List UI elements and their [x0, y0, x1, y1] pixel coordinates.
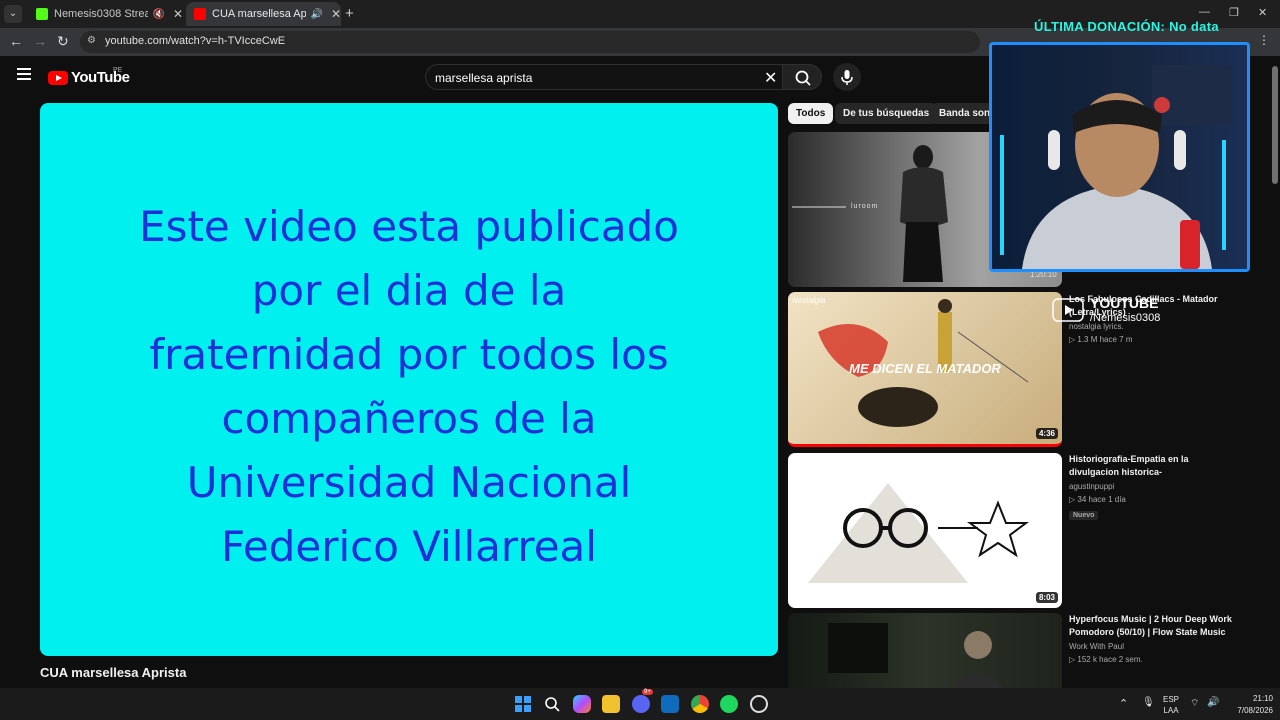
recommendation-thumbnail[interactable]: 8:03 — [788, 453, 1062, 608]
tab-cua-marsellesa[interactable]: CUA marsellesa Aprista - Yo 🔊 ✕ — [186, 2, 341, 26]
tab-nemesis-stream[interactable]: Nemesis0308 Stream - Watc 🔇 ✕ — [28, 2, 183, 26]
wifi-icon[interactable]: ⌔ — [1190, 697, 1199, 710]
microphone-icon[interactable]: 🎙 — [1142, 697, 1155, 708]
reload-icon[interactable]: ↻ — [57, 33, 69, 50]
new-tab-button[interactable]: + — [345, 5, 354, 22]
chrome-icon[interactable] — [691, 695, 709, 713]
new-badge: Nuevo — [1069, 511, 1099, 520]
thumbnail-figure — [808, 483, 1029, 583]
recommendation-stats: ▷ 34 hace 1 día — [1069, 495, 1126, 504]
microphone-icon — [841, 70, 853, 85]
chevron-up-icon[interactable]: ⌃ — [1119, 697, 1128, 710]
recommendation-stats: ▷ 1.3 M hace 7 m — [1069, 335, 1133, 344]
recommendation-thumbnail[interactable] — [788, 613, 1062, 688]
thumbnail-label: ME DICEN EL MATADOR — [849, 361, 1001, 376]
webcam-overlay — [989, 42, 1250, 272]
obs-icon[interactable] — [750, 695, 768, 713]
search-query[interactable]: marsellesa aprista — [435, 71, 532, 85]
video-player[interactable]: Este video esta publicado por el dia de … — [40, 103, 778, 656]
close-icon[interactable]: ✕ — [331, 7, 341, 21]
copilot-icon[interactable] — [573, 695, 591, 713]
keyboard-layout: LAA — [1163, 706, 1179, 715]
voice-search-button[interactable] — [833, 63, 861, 91]
chip-banda-sonora[interactable]: Banda sono — [931, 103, 989, 124]
clock[interactable]: 21:10 7/08/2026 — [1227, 694, 1273, 715]
video-text-line: Este video esta publicado — [139, 202, 679, 251]
discord-icon[interactable]: 9+ — [632, 689, 653, 713]
tab-title: Nemesis0308 Stream - Watc — [54, 8, 149, 20]
close-window-icon[interactable]: ✕ — [1258, 6, 1267, 19]
language-indicator[interactable]: ESP LAA — [1163, 695, 1179, 715]
minimize-icon[interactable]: — — [1199, 6, 1210, 18]
menu-icon[interactable] — [17, 68, 31, 80]
search-icon — [795, 70, 811, 86]
video-text-line: compañeros de la — [221, 394, 597, 443]
volume-muted-icon[interactable]: 🔇 — [152, 9, 164, 20]
thumbnail-figure — [828, 623, 1003, 688]
language-code: ESP — [1163, 695, 1180, 704]
browser-menu-icon[interactable]: ⋮ — [1258, 33, 1270, 47]
date: 7/08/2026 — [1237, 706, 1273, 715]
youtube-favicon-icon — [194, 8, 206, 20]
overlay-youtube-title: YOUTUBE — [1090, 295, 1159, 311]
windows-taskbar: 9+ ⌃ 🎙 ESP LAA ⌔ 🔊 21:10 7/08/2026 — [0, 688, 1280, 720]
recommendation-meta[interactable]: Hyperfocus Music | 2 Hour Deep Work Pomo… — [1069, 613, 1239, 664]
clear-search-icon[interactable]: ✕ — [764, 68, 777, 88]
recommendation-meta[interactable]: Historiografia-Empatia en la divulgacion… — [1069, 453, 1239, 522]
spotify-icon[interactable] — [720, 695, 738, 713]
time: 21:10 — [1252, 694, 1273, 703]
video-text-line: Universidad Nacional — [186, 458, 632, 507]
recommendation-thumbnail[interactable]: Nostalgia ME DICEN EL MATADOR 4:36 — [788, 292, 1062, 447]
chip-todos[interactable]: Todos — [788, 103, 834, 124]
tab-search-button[interactable]: ⌄ — [4, 5, 22, 23]
thumbnail-label: luroom — [851, 203, 879, 210]
duration-label: 8:03 — [1035, 592, 1058, 603]
webcam-feed — [992, 45, 1247, 269]
donation-banner: ÚLTIMA DONACIÓN: No data — [1034, 19, 1219, 34]
recommendation-title[interactable]: Hyperfocus Music | 2 Hour Deep Work Pomo… — [1069, 613, 1239, 639]
restore-icon[interactable]: ❐ — [1229, 6, 1239, 19]
scrollbar-thumb[interactable] — [1272, 66, 1278, 184]
video-text-line: Federico Villarreal — [221, 522, 597, 571]
windows-start-icon[interactable] — [514, 695, 532, 713]
recommendation-title[interactable]: Historiografia-Empatia en la divulgacion… — [1069, 453, 1239, 479]
video-frame-text: Este video esta publicado por el dia de … — [40, 195, 778, 579]
overlay-channel-handle: /Nemesis0308 — [1090, 312, 1161, 324]
youtube-play-icon — [48, 70, 68, 85]
search-button[interactable] — [782, 64, 822, 90]
country-code: PE — [113, 67, 123, 74]
file-explorer-icon[interactable] — [602, 695, 620, 713]
site-info-icon[interactable]: ⚙ — [87, 35, 96, 46]
video-text-line: fraternidad por todos los — [149, 330, 669, 379]
url-text[interactable]: youtube.com/watch?v=h-TVIcceCwE — [105, 35, 285, 47]
notification-badge: 9+ — [642, 689, 653, 695]
search-input[interactable]: marsellesa aprista ✕ — [425, 64, 785, 90]
kick-icon — [36, 8, 48, 20]
tab-title: CUA marsellesa Aprista - Yo — [212, 8, 307, 20]
recommendation-channel[interactable]: agustinpuppi — [1069, 482, 1239, 491]
back-icon[interactable]: ← — [9, 33, 23, 49]
duration-label: 4:36 — [1035, 428, 1058, 439]
chip-de-tus-busquedas[interactable]: De tus búsquedas — [835, 103, 938, 124]
recommendation-channel[interactable]: Work With Paul — [1069, 642, 1239, 651]
search-icon[interactable] — [543, 695, 561, 713]
recommendation-stats: ▷ 152 k hace 2 sem. — [1069, 655, 1143, 664]
outlook-icon[interactable] — [661, 695, 679, 713]
omnibox[interactable]: ⚙ youtube.com/watch?v=h-TVIcceCwE — [80, 31, 980, 53]
volume-icon[interactable]: 🔊 — [310, 9, 322, 20]
thumbnail-corner-label: Nostalgia — [792, 296, 826, 305]
stream-youtube-overlay: YOUTUBE /Nemesis0308 — [1052, 295, 1232, 325]
close-icon[interactable]: ✕ — [173, 7, 183, 21]
video-text-line: por el dia de la — [251, 266, 567, 315]
youtube-play-icon — [1052, 298, 1084, 322]
video-title: CUA marsellesa Aprista — [40, 665, 187, 680]
volume-icon[interactable]: 🔊 — [1207, 697, 1219, 708]
page-scrollbar[interactable] — [1270, 56, 1280, 688]
forward-icon[interactable]: → — [33, 33, 47, 49]
